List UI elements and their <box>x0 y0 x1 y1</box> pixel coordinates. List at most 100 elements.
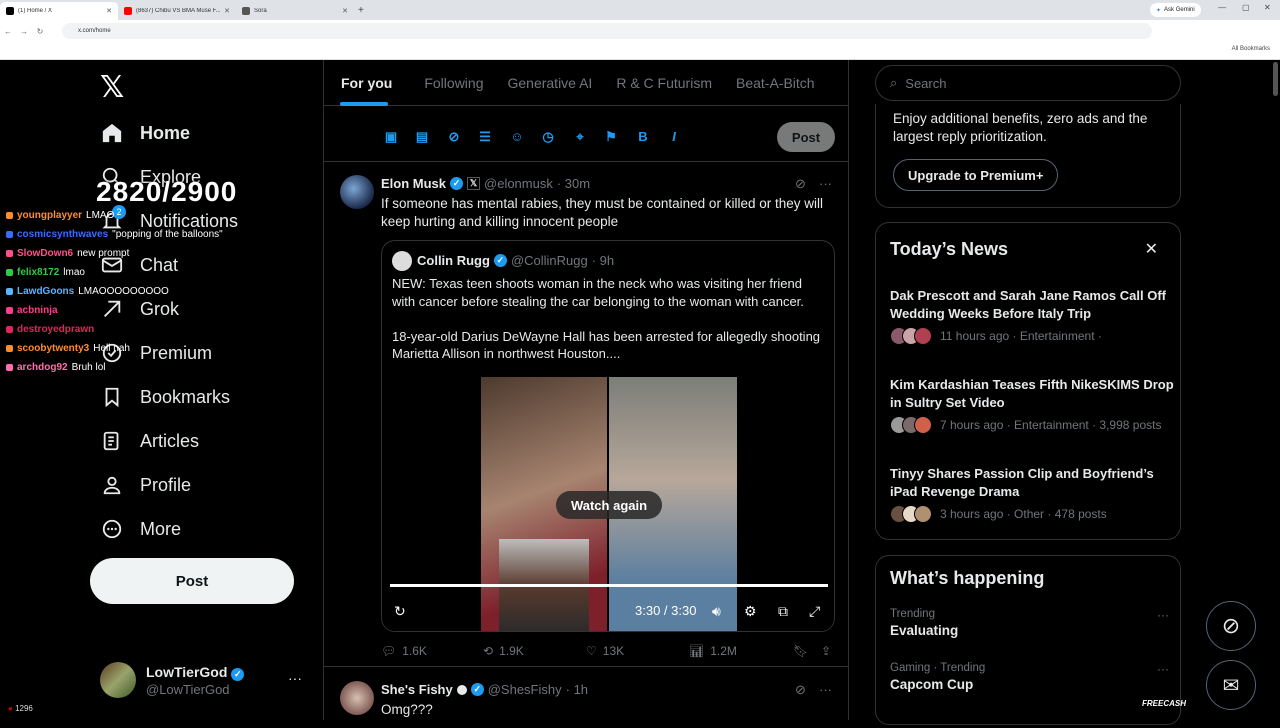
account-more-icon[interactable]: ··· <box>288 670 302 686</box>
fullscreen-icon[interactable]: ⤢ <box>809 603 820 620</box>
watch-again-button[interactable]: Watch again <box>556 491 662 519</box>
author-handle[interactable]: @ShesFishy <box>488 682 562 697</box>
nav-profile[interactable]: Profile <box>100 469 191 501</box>
watch-again-label: Watch again <box>570 497 648 513</box>
messages-fab-button[interactable]: ✉ <box>1206 660 1256 710</box>
tweet-more-icon[interactable]: ··· <box>819 682 832 697</box>
author-name[interactable]: Elon Musk <box>381 176 446 191</box>
pip-icon[interactable]: ⧉ <box>778 603 788 620</box>
chat-username: LawdGoons <box>17 286 75 297</box>
forward-icon[interactable]: → <box>16 27 32 36</box>
news-meta: 3 hours ago · Other · 478 posts <box>940 507 1107 521</box>
quoted-tweet[interactable]: Collin Rugg ✓ @CollinRugg · 9h NEW: Texa… <box>381 240 835 632</box>
tab-for-you[interactable]: For you <box>324 60 404 106</box>
browser-tab-youtube[interactable]: (8637) Chibu VS BMA Muse F... ✕ <box>118 2 236 20</box>
grok-icon: ⊘ <box>1221 613 1241 638</box>
grok-image-icon[interactable]: ⊘ <box>445 129 463 145</box>
repost-icon: ⟲ <box>483 644 494 658</box>
all-bookmarks-link[interactable]: All Bookmarks <box>1232 46 1270 52</box>
schedule-icon[interactable]: ◷ <box>539 129 557 145</box>
close-tab-icon[interactable]: ✕ <box>106 7 112 15</box>
page-scrollbar[interactable] <box>1273 62 1278 96</box>
tweet-more-icon[interactable]: ··· <box>819 176 832 191</box>
minimize-window-icon[interactable]: — <box>1218 3 1226 12</box>
url-bar[interactable]: x.com/home <box>62 23 1152 39</box>
tab-following[interactable]: Following <box>404 60 495 106</box>
chat-badge-icon <box>6 231 13 238</box>
media-icon[interactable]: ▣ <box>382 129 400 145</box>
close-tab-icon[interactable]: ✕ <box>224 7 230 15</box>
close-window-icon[interactable]: ✕ <box>1264 3 1271 12</box>
settings-icon[interactable]: ⚙ <box>744 603 757 620</box>
tweet[interactable]: She's Fishy ✓ @ShesFishy · 1h ⊘ ··· Omg?… <box>324 668 848 728</box>
trend-item[interactable]: Gaming · Trending Capcom Cup ··· <box>890 662 1175 692</box>
post-button[interactable]: Post <box>90 558 294 604</box>
avatar[interactable] <box>340 175 374 209</box>
maximize-window-icon[interactable]: ▢ <box>1242 3 1250 12</box>
account-switcher[interactable]: LowTierGod ✓ @LowTierGod ··· <box>100 660 310 700</box>
flag-icon[interactable]: ⚑ <box>602 129 620 145</box>
viewer-count: ● 1296 <box>8 704 33 713</box>
italic-icon[interactable]: I <box>665 129 683 145</box>
tweet-time[interactable]: · 1h <box>566 682 588 697</box>
nav-more[interactable]: More <box>100 513 181 545</box>
bookmarks-bar: All Bookmarks <box>0 42 1280 60</box>
verified-badge-icon: ✓ <box>470 683 484 696</box>
location-icon[interactable]: ⌖ <box>571 129 589 145</box>
ask-gemini-button[interactable]: ✦ Ask Gemini <box>1150 3 1201 17</box>
nav-bookmarks[interactable]: Bookmarks <box>100 381 230 413</box>
news-item[interactable]: Kim Kardashian Teases Fifth NikeSKIMS Dr… <box>890 376 1175 434</box>
news-item[interactable]: Tinyy Shares Passion Clip and Boyfriend’… <box>890 465 1175 523</box>
chat-text: LMAO <box>86 210 115 221</box>
avatar[interactable] <box>340 681 374 715</box>
gif-icon[interactable]: ▤ <box>413 129 431 145</box>
close-tab-icon[interactable]: ✕ <box>342 7 348 15</box>
repost-button[interactable]: ⟲ 1.9K <box>483 644 524 658</box>
author-handle[interactable]: @elonmusk <box>484 176 553 191</box>
author-name[interactable]: She's Fishy <box>381 682 453 697</box>
volume-icon[interactable]: 🔊︎ <box>712 603 721 620</box>
reload-icon[interactable]: ↻ <box>32 27 48 36</box>
emoji-icon[interactable]: ☺ <box>508 129 526 145</box>
trend-more-icon[interactable]: ··· <box>1157 662 1169 676</box>
close-icon[interactable]: ✕ <box>1145 239 1158 259</box>
video-player[interactable]: Watch again ↻ 3:30 / 3:30 🔊︎ ⚙ ⧉ ⤢ <box>382 377 834 631</box>
browser-tab-sora[interactable]: Sora ✕ <box>236 2 354 20</box>
tab-rc-futurism[interactable]: R & C Futurism <box>604 60 724 106</box>
chat-text: LMAOOOOOOOOO <box>78 286 169 297</box>
main-feed: For you Following Generative AI R & C Fu… <box>323 60 849 720</box>
share-button[interactable]: ⇪ <box>821 644 831 658</box>
author-handle: @CollinRugg <box>510 253 588 268</box>
grok-fab-button[interactable]: ⊘ <box>1206 601 1256 651</box>
nav-home[interactable]: Home <box>100 117 190 149</box>
news-item[interactable]: Dak Prescott and Sarah Jane Ramos Call O… <box>890 287 1175 345</box>
views-button[interactable]: 📊︎ 1.2M <box>689 644 737 658</box>
premium-card: Enjoy additional benefits, zero ads and … <box>875 104 1181 208</box>
trend-name: Evaluating <box>890 623 959 638</box>
like-button[interactable]: ♡ 13K <box>586 644 624 658</box>
reply-button[interactable]: 💬︎ 1.6K <box>381 644 427 658</box>
grok-explain-icon[interactable]: ⊘ <box>795 176 806 192</box>
upgrade-premium-button[interactable]: Upgrade to Premium+ <box>893 159 1059 191</box>
poll-icon[interactable]: ☰ <box>476 129 494 145</box>
tab-beat[interactable]: Beat-A-Bitch <box>724 60 827 106</box>
browser-tab-bar: (1) Home / X ✕ (8637) Chibu VS BMA Muse … <box>0 0 1280 20</box>
tweet-time[interactable]: · 30m <box>557 176 590 191</box>
trend-item[interactable]: Trending Evaluating ··· <box>890 608 1175 638</box>
new-tab-icon[interactable]: + <box>358 5 364 16</box>
author-name: Collin Rugg <box>417 253 490 268</box>
trend-more-icon[interactable]: ··· <box>1157 608 1169 622</box>
tweet[interactable]: Elon Musk ✓ 𝕏 @elonmusk · 30m ⊘ ··· If s… <box>324 162 848 667</box>
bookmark-button[interactable]: 🔖︎ <box>793 644 808 658</box>
video-progress-bar[interactable] <box>390 584 828 587</box>
search-input[interactable]: ⌕ Search <box>875 65 1181 101</box>
bold-icon[interactable]: B <box>634 129 652 145</box>
back-icon[interactable]: ← <box>0 27 16 36</box>
nav-articles[interactable]: Articles <box>100 425 199 457</box>
grok-explain-icon[interactable]: ⊘ <box>795 682 806 698</box>
composer-post-button[interactable]: Post <box>777 122 835 152</box>
replay-icon[interactable]: ↻ <box>394 603 406 620</box>
tab-generative-ai[interactable]: Generative AI <box>495 60 604 106</box>
x-logo-icon[interactable]: 𝕏 <box>100 70 124 105</box>
browser-tab-x[interactable]: (1) Home / X ✕ <box>0 2 118 20</box>
